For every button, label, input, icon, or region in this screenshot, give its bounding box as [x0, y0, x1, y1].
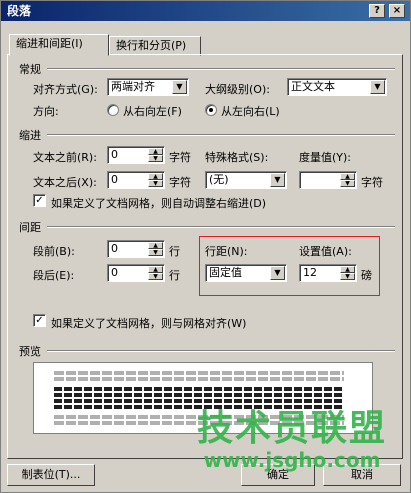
outline-level-label: 大纲级别(O): [205, 83, 270, 96]
preview-prev-paragraph [54, 371, 344, 375]
preview-prev-paragraph [54, 377, 344, 381]
spin-up-icon[interactable]: ▲ [340, 173, 355, 180]
indent-after-label: 文本之后(X): [33, 176, 97, 189]
setting-value-stepper[interactable]: 12 ▲ ▼ [299, 264, 357, 282]
help-button[interactable]: ? [369, 4, 385, 18]
tab-label: 缩进和间距(I) [16, 37, 83, 50]
spin-down-icon[interactable]: ▼ [148, 155, 163, 162]
indent-after-unit: 字符 [169, 176, 191, 189]
close-button[interactable]: × [389, 4, 405, 18]
setting-value-label: 设置值(A): [299, 245, 352, 258]
snap-grid-label[interactable]: 如果定义了文档网格，则与网格对齐(W) [51, 315, 246, 331]
space-after-value: 0 [111, 266, 118, 279]
outline-level-value: 正文文本 [291, 80, 335, 93]
tab-stops-button[interactable]: 制表位(T)... [7, 464, 95, 486]
rtl-radio[interactable] [107, 104, 119, 116]
watermark-site: www.jsgho.com [203, 448, 381, 472]
spin-up-icon[interactable]: ▲ [148, 242, 163, 249]
space-before-label: 段前(B): [33, 245, 75, 258]
preview-current-paragraph [54, 399, 344, 403]
rtl-label[interactable]: 从右向左(F) [123, 103, 182, 119]
indent-before-unit: 字符 [169, 151, 191, 164]
auto-adjust-label[interactable]: 如果定义了文档网格，则自动调整右缩进(D) [51, 195, 266, 211]
spin-up-icon[interactable]: ▲ [148, 173, 163, 180]
preview-group-label: 预览 [19, 345, 41, 358]
chevron-down-icon[interactable]: ▼ [370, 80, 385, 94]
indent-after-stepper[interactable]: 0 ▲ ▼ [107, 171, 165, 189]
spacing-group-label: 间距 [19, 221, 41, 234]
special-format-select[interactable]: (无) ▼ [205, 171, 287, 189]
spin-up-icon[interactable]: ▲ [340, 266, 355, 273]
chevron-down-icon[interactable]: ▼ [172, 80, 187, 94]
special-format-label: 特殊格式(S): [205, 151, 269, 164]
tab-line-page-breaks[interactable]: 换行和分页(P) [109, 36, 201, 56]
spin-down-icon[interactable]: ▼ [148, 273, 163, 280]
separator [47, 226, 395, 228]
special-format-value: (无) [209, 173, 229, 186]
indent-group-label: 缩进 [19, 129, 41, 142]
space-before-value: 0 [111, 242, 118, 255]
spin-down-icon[interactable]: ▼ [148, 180, 163, 187]
measure-unit: 字符 [361, 176, 383, 189]
alignment-select[interactable]: 两端对齐 ▼ [107, 78, 189, 96]
line-spacing-value: 固定值 [209, 266, 242, 279]
separator [47, 68, 395, 70]
general-group-label: 常规 [19, 63, 41, 76]
setting-value-unit: 磅 [361, 269, 372, 282]
space-before-stepper[interactable]: 0 ▲ ▼ [107, 240, 165, 258]
setting-value: 12 [303, 266, 317, 279]
alignment-value: 两端对齐 [111, 80, 155, 93]
ltr-radio[interactable] [205, 104, 217, 116]
title-bar: 段落 [1, 1, 410, 21]
paragraph-dialog: 段落 ? × 缩进和间距(I) 换行和分页(P) 常规 对齐方式(G): 两端对… [0, 0, 411, 493]
chevron-down-icon[interactable]: ▼ [270, 266, 285, 280]
preview-current-paragraph [54, 393, 344, 397]
dialog-title: 段落 [7, 4, 32, 18]
separator [47, 350, 395, 352]
spin-down-icon[interactable]: ▼ [340, 273, 355, 280]
outline-level-select[interactable]: 正文文本 ▼ [287, 78, 387, 96]
measure-label: 度量值(Y): [299, 151, 352, 164]
space-after-unit: 行 [169, 269, 180, 282]
spin-up-icon[interactable]: ▲ [148, 266, 163, 273]
ltr-label[interactable]: 从左向右(L) [221, 103, 280, 119]
tab-indent-spacing[interactable]: 缩进和间距(I) [9, 34, 109, 56]
watermark: 技术员联盟 www.jsgho.com [187, 408, 397, 472]
indent-before-stepper[interactable]: 0 ▲ ▼ [107, 146, 165, 164]
direction-label: 方向: [33, 105, 59, 118]
space-after-stepper[interactable]: 0 ▲ ▼ [107, 264, 165, 282]
spin-down-icon[interactable]: ▼ [148, 249, 163, 256]
tab-label: 换行和分页(P) [116, 39, 187, 52]
indent-before-label: 文本之前(R): [33, 151, 97, 164]
spin-up-icon[interactable]: ▲ [148, 148, 163, 155]
watermark-brand: 技术员联盟 [196, 408, 387, 449]
line-spacing-select[interactable]: 固定值 ▼ [205, 264, 287, 282]
indent-after-value: 0 [111, 173, 118, 186]
measure-stepper[interactable]: ▲ ▼ [299, 171, 357, 189]
spin-down-icon[interactable]: ▼ [340, 180, 355, 187]
indent-before-value: 0 [111, 148, 118, 161]
space-before-unit: 行 [169, 245, 180, 258]
line-spacing-label: 行距(N): [205, 245, 248, 258]
chevron-down-icon[interactable]: ▼ [270, 173, 285, 187]
separator [47, 134, 395, 136]
preview-current-paragraph [54, 387, 344, 391]
auto-adjust-checkbox[interactable]: ✓ [33, 194, 46, 207]
snap-grid-checkbox[interactable]: ✓ [33, 314, 46, 327]
space-after-label: 段后(E): [33, 269, 75, 282]
alignment-label: 对齐方式(G): [33, 83, 98, 96]
